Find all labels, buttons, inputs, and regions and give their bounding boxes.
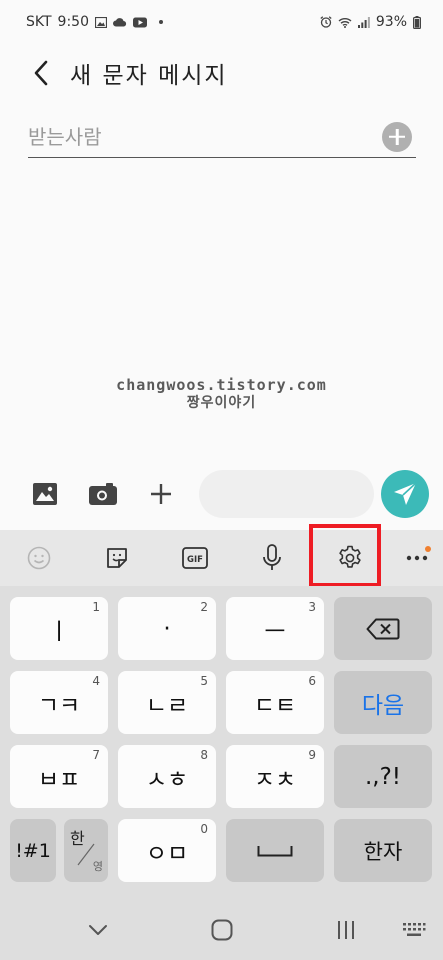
- keyboard: 1 ㅣ 2 · 3 ㅡ 4 ㄱㅋ 5 ㄴㄹ 6 ㄷㅌ 다음 7 ㅂㅍ 8 ㅅㅎ …: [0, 586, 443, 900]
- carrier-label: SKT: [26, 14, 52, 30]
- smiley-icon: [27, 546, 51, 570]
- back-button[interactable]: [28, 58, 54, 88]
- more-options-button[interactable]: [399, 540, 435, 576]
- key-3[interactable]: 3 ㅡ: [226, 597, 324, 660]
- key-number: 3: [308, 600, 316, 614]
- chevron-left-icon: [34, 60, 48, 86]
- key-8[interactable]: 8 ㅅㅎ: [118, 745, 216, 808]
- home-button[interactable]: [207, 915, 237, 945]
- watermark-name: 짱우이야기: [186, 395, 257, 411]
- message-input[interactable]: [199, 470, 374, 518]
- key-4[interactable]: 4 ㄱㅋ: [10, 671, 108, 734]
- key-label: ㄷㅌ: [253, 692, 297, 719]
- recent-apps-icon: [338, 921, 354, 939]
- key-2[interactable]: 2 ·: [118, 597, 216, 660]
- emoji-button[interactable]: [21, 540, 57, 576]
- key-label: ㅂㅍ: [37, 766, 81, 793]
- wifi-icon: [338, 17, 352, 28]
- key-number: 6: [308, 674, 316, 688]
- youtube-notification-icon: [133, 17, 147, 27]
- page-title: 새 문자 메시지: [70, 63, 228, 89]
- hanja-key-label: 한자: [363, 839, 403, 864]
- key-label: ㅇㅁ: [145, 840, 189, 867]
- hanja-key[interactable]: 한자: [334, 819, 432, 882]
- key-number: 4: [92, 674, 100, 688]
- key-5[interactable]: 5 ㄴㄹ: [118, 671, 216, 734]
- key-label: ㄱㅋ: [37, 692, 81, 719]
- symbols-key[interactable]: !#1: [10, 819, 56, 882]
- plus-icon: [151, 484, 171, 504]
- settings-highlight-box: [309, 524, 381, 587]
- key-1[interactable]: 1 ㅣ: [10, 597, 108, 660]
- svg-text:GIF: GIF: [187, 555, 203, 565]
- punctuation-key-label: .,?!: [364, 763, 402, 790]
- watermark: changwoos.tistory.com 짱우이야기: [0, 376, 443, 412]
- add-recipient-button[interactable]: [382, 121, 412, 152]
- clock: 9:50: [57, 14, 89, 30]
- space-icon: [257, 845, 293, 856]
- language-bottom-label: 영: [92, 860, 103, 873]
- recent-apps-button[interactable]: [331, 915, 361, 945]
- space-key[interactable]: [226, 819, 324, 882]
- key-number: 9: [308, 748, 316, 762]
- key-number: 5: [200, 674, 208, 688]
- chevron-down-icon: [89, 925, 107, 935]
- gif-button[interactable]: GIF: [177, 540, 213, 576]
- recipient-row: [28, 116, 416, 158]
- symbols-key-label: !#1: [15, 839, 51, 862]
- key-number: 1: [92, 600, 100, 614]
- next-key-label: 다음: [361, 692, 405, 719]
- next-key[interactable]: 다음: [334, 671, 432, 734]
- key-number: 0: [200, 822, 208, 836]
- key-number: 7: [92, 748, 100, 762]
- language-toggle-key[interactable]: 한 영: [64, 819, 108, 882]
- send-icon: [394, 482, 417, 505]
- punctuation-key[interactable]: .,?!: [334, 745, 432, 808]
- camera-button[interactable]: [88, 479, 118, 509]
- microphone-icon: [263, 544, 281, 570]
- add-attachment-button[interactable]: [146, 479, 176, 509]
- recipient-input[interactable]: [28, 124, 382, 149]
- voice-input-button[interactable]: [254, 540, 290, 576]
- attach-image-button[interactable]: [30, 479, 60, 509]
- signal-icon: [357, 16, 370, 28]
- key-number: 8: [200, 748, 208, 762]
- status-bar: SKT 9:50 93%: [0, 0, 443, 44]
- key-label: ㅣ: [48, 618, 70, 645]
- image-icon: [33, 483, 57, 505]
- gallery-notification-icon: [95, 16, 107, 28]
- key-label: ㅈㅊ: [253, 766, 297, 793]
- hide-keyboard-button[interactable]: [83, 915, 113, 945]
- compose-bar: [0, 466, 443, 522]
- backspace-icon: [366, 618, 400, 639]
- camera-icon: [89, 483, 117, 505]
- key-label: ㅅㅎ: [145, 766, 189, 793]
- keyboard-icon: [403, 923, 426, 936]
- key-label: ㄴㄹ: [145, 692, 189, 719]
- key-label: ·: [163, 615, 171, 642]
- sticker-icon: [107, 548, 127, 568]
- key-6[interactable]: 6 ㄷㅌ: [226, 671, 324, 734]
- gif-icon: GIF: [182, 547, 208, 569]
- cloud-notification-icon: [113, 17, 127, 26]
- keyboard-switch-button[interactable]: [399, 915, 429, 945]
- key-7[interactable]: 7 ㅂㅍ: [10, 745, 108, 808]
- key-0[interactable]: 0 ㅇㅁ: [118, 819, 216, 882]
- new-badge-dot: [425, 546, 431, 552]
- battery-percent: 93%: [375, 14, 407, 30]
- key-number: 2: [200, 600, 208, 614]
- watermark-url: changwoos.tistory.com: [116, 376, 327, 394]
- send-button[interactable]: [381, 470, 429, 518]
- key-label: ㅡ: [264, 618, 286, 645]
- more-notifications-dot: [159, 20, 163, 24]
- navigation-bar: [0, 900, 443, 960]
- backspace-key[interactable]: [334, 597, 432, 660]
- sticker-button[interactable]: [99, 540, 135, 576]
- more-horizontal-icon: [406, 555, 428, 561]
- battery-icon: [413, 15, 421, 29]
- alarm-icon: [320, 16, 332, 28]
- home-icon: [211, 919, 233, 941]
- key-9[interactable]: 9 ㅈㅊ: [226, 745, 324, 808]
- header: 새 문자 메시지: [0, 50, 443, 96]
